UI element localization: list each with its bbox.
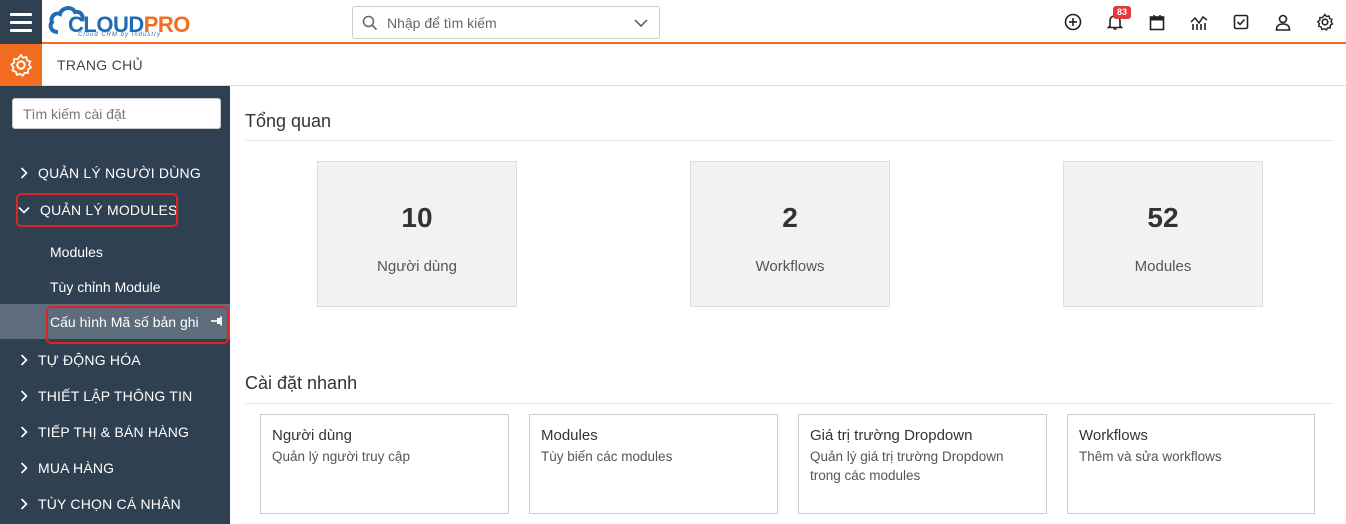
- settings-search-input[interactable]: [12, 98, 221, 129]
- user-icon[interactable]: [1262, 0, 1304, 44]
- logo[interactable]: CLOUDPRO Cloud CRM by Industry: [48, 4, 208, 40]
- gear-icon[interactable]: [1304, 0, 1346, 44]
- quick-card-title: Workflows: [1079, 427, 1148, 444]
- quick-card-workflows[interactable]: Workflows Thêm và sửa workflows: [1067, 414, 1315, 514]
- chevron-right-icon: [0, 354, 38, 366]
- top-navbar: CLOUDPRO Cloud CRM by Industry 83: [0, 0, 1346, 44]
- search-icon: [353, 15, 387, 31]
- divider: [245, 140, 1333, 141]
- sidebar-item-label: THIẾT LẬP THÔNG TIN: [38, 388, 193, 404]
- global-search[interactable]: [352, 6, 660, 39]
- highlight-box-modules: [16, 193, 178, 227]
- quick-card-desc: Quản lý giá trị trường Dropdown trong cá…: [810, 449, 1004, 483]
- stat-card-workflows[interactable]: 2 Workflows: [690, 161, 890, 307]
- sidebar-item-label: MUA HÀNG: [38, 460, 115, 476]
- chevron-right-icon: [0, 498, 38, 510]
- quick-card-title: Modules: [541, 427, 598, 444]
- stat-label: Người dùng: [377, 258, 457, 275]
- settings-gear-icon[interactable]: [0, 44, 42, 86]
- checkbox-icon[interactable]: [1220, 0, 1262, 44]
- notification-badge: 83: [1113, 6, 1132, 19]
- sidebar-item-info-setup[interactable]: THIẾT LẬP THÔNG TIN: [0, 379, 230, 413]
- chevron-right-icon: [0, 390, 38, 402]
- stat-label: Modules: [1134, 258, 1192, 275]
- sidebar-subitem-custom-module[interactable]: Tùy chỉnh Module: [0, 269, 230, 304]
- quick-card-desc: Quản lý người truy cập: [272, 449, 410, 464]
- stat-value: 10: [401, 202, 433, 233]
- sidebar-item-automation[interactable]: TỰ ĐỘNG HÓA: [0, 343, 230, 377]
- settings-sidebar: QUẢN LÝ NGƯỜI DÙNG QUẢN LÝ MODULES Modul…: [0, 86, 230, 524]
- sidebar-subitem-label: Tùy chỉnh Module: [50, 278, 161, 295]
- overview-title: Tổng quan: [245, 111, 332, 131]
- highlight-box-record-numbering: [46, 306, 229, 344]
- quick-card-users[interactable]: Người dùng Quản lý người truy cập: [260, 414, 509, 514]
- sidebar-item-user-management[interactable]: QUẢN LÝ NGƯỜI DÙNG: [0, 156, 230, 190]
- chevron-down-icon[interactable]: [623, 18, 659, 27]
- sidebar-item-label: TỰ ĐỘNG HÓA: [38, 352, 141, 368]
- quick-card-desc: Thêm và sửa workflows: [1079, 449, 1222, 464]
- sidebar-item-label: TIẾP THỊ & BÁN HÀNG: [38, 424, 190, 440]
- quick-card-dropdown-values[interactable]: Giá trị trường Dropdown Quản lý giá trị …: [798, 414, 1047, 514]
- stat-card-modules[interactable]: 52 Modules: [1063, 161, 1263, 307]
- stat-value: 2: [782, 202, 798, 233]
- stat-label: Workflows: [755, 258, 825, 275]
- quick-card-modules[interactable]: Modules Tùy biến các modules: [529, 414, 778, 514]
- divider: [245, 403, 1333, 404]
- calendar-icon[interactable]: [1136, 0, 1178, 44]
- stat-value: 52: [1147, 202, 1179, 233]
- page-title: TRANG CHỦ: [57, 57, 143, 73]
- chevron-right-icon: [0, 462, 38, 474]
- plus-circle-icon[interactable]: [1052, 0, 1094, 44]
- breadcrumb-bar: TRANG CHỦ: [0, 44, 1346, 86]
- quick-settings-title: Cài đặt nhanh: [245, 373, 358, 393]
- bell-icon[interactable]: 83: [1094, 0, 1136, 44]
- sidebar-item-personal-options[interactable]: TÙY CHỌN CÁ NHÂN: [0, 487, 230, 521]
- chevron-right-icon: [0, 426, 38, 438]
- sidebar-item-marketing-sales[interactable]: TIẾP THỊ & BÁN HÀNG: [0, 415, 230, 449]
- chevron-right-icon: [0, 167, 38, 179]
- quick-card-title: Người dùng: [272, 427, 352, 444]
- sidebar-subitem-modules[interactable]: Modules: [0, 234, 230, 269]
- quick-card-title: Giá trị trường Dropdown: [810, 427, 973, 444]
- hamburger-menu-icon[interactable]: [0, 0, 42, 44]
- logo-subtitle: Cloud CRM by Industry: [78, 32, 162, 38]
- sidebar-subitem-label: Modules: [50, 243, 103, 260]
- sidebar-item-label: QUẢN LÝ NGƯỜI DÙNG: [38, 165, 201, 181]
- global-search-input[interactable]: [387, 14, 623, 31]
- stat-card-users[interactable]: 10 Người dùng: [317, 161, 517, 307]
- sidebar-item-label: TÙY CHỌN CÁ NHÂN: [38, 496, 181, 512]
- chart-icon[interactable]: [1178, 0, 1220, 44]
- top-icons: 83: [1052, 0, 1346, 44]
- main-content: Tổng quan 10 Người dùng 2 Workflows 52 M…: [230, 86, 1346, 524]
- sidebar-item-purchasing[interactable]: MUA HÀNG: [0, 451, 230, 485]
- quick-card-desc: Tùy biến các modules: [541, 449, 673, 464]
